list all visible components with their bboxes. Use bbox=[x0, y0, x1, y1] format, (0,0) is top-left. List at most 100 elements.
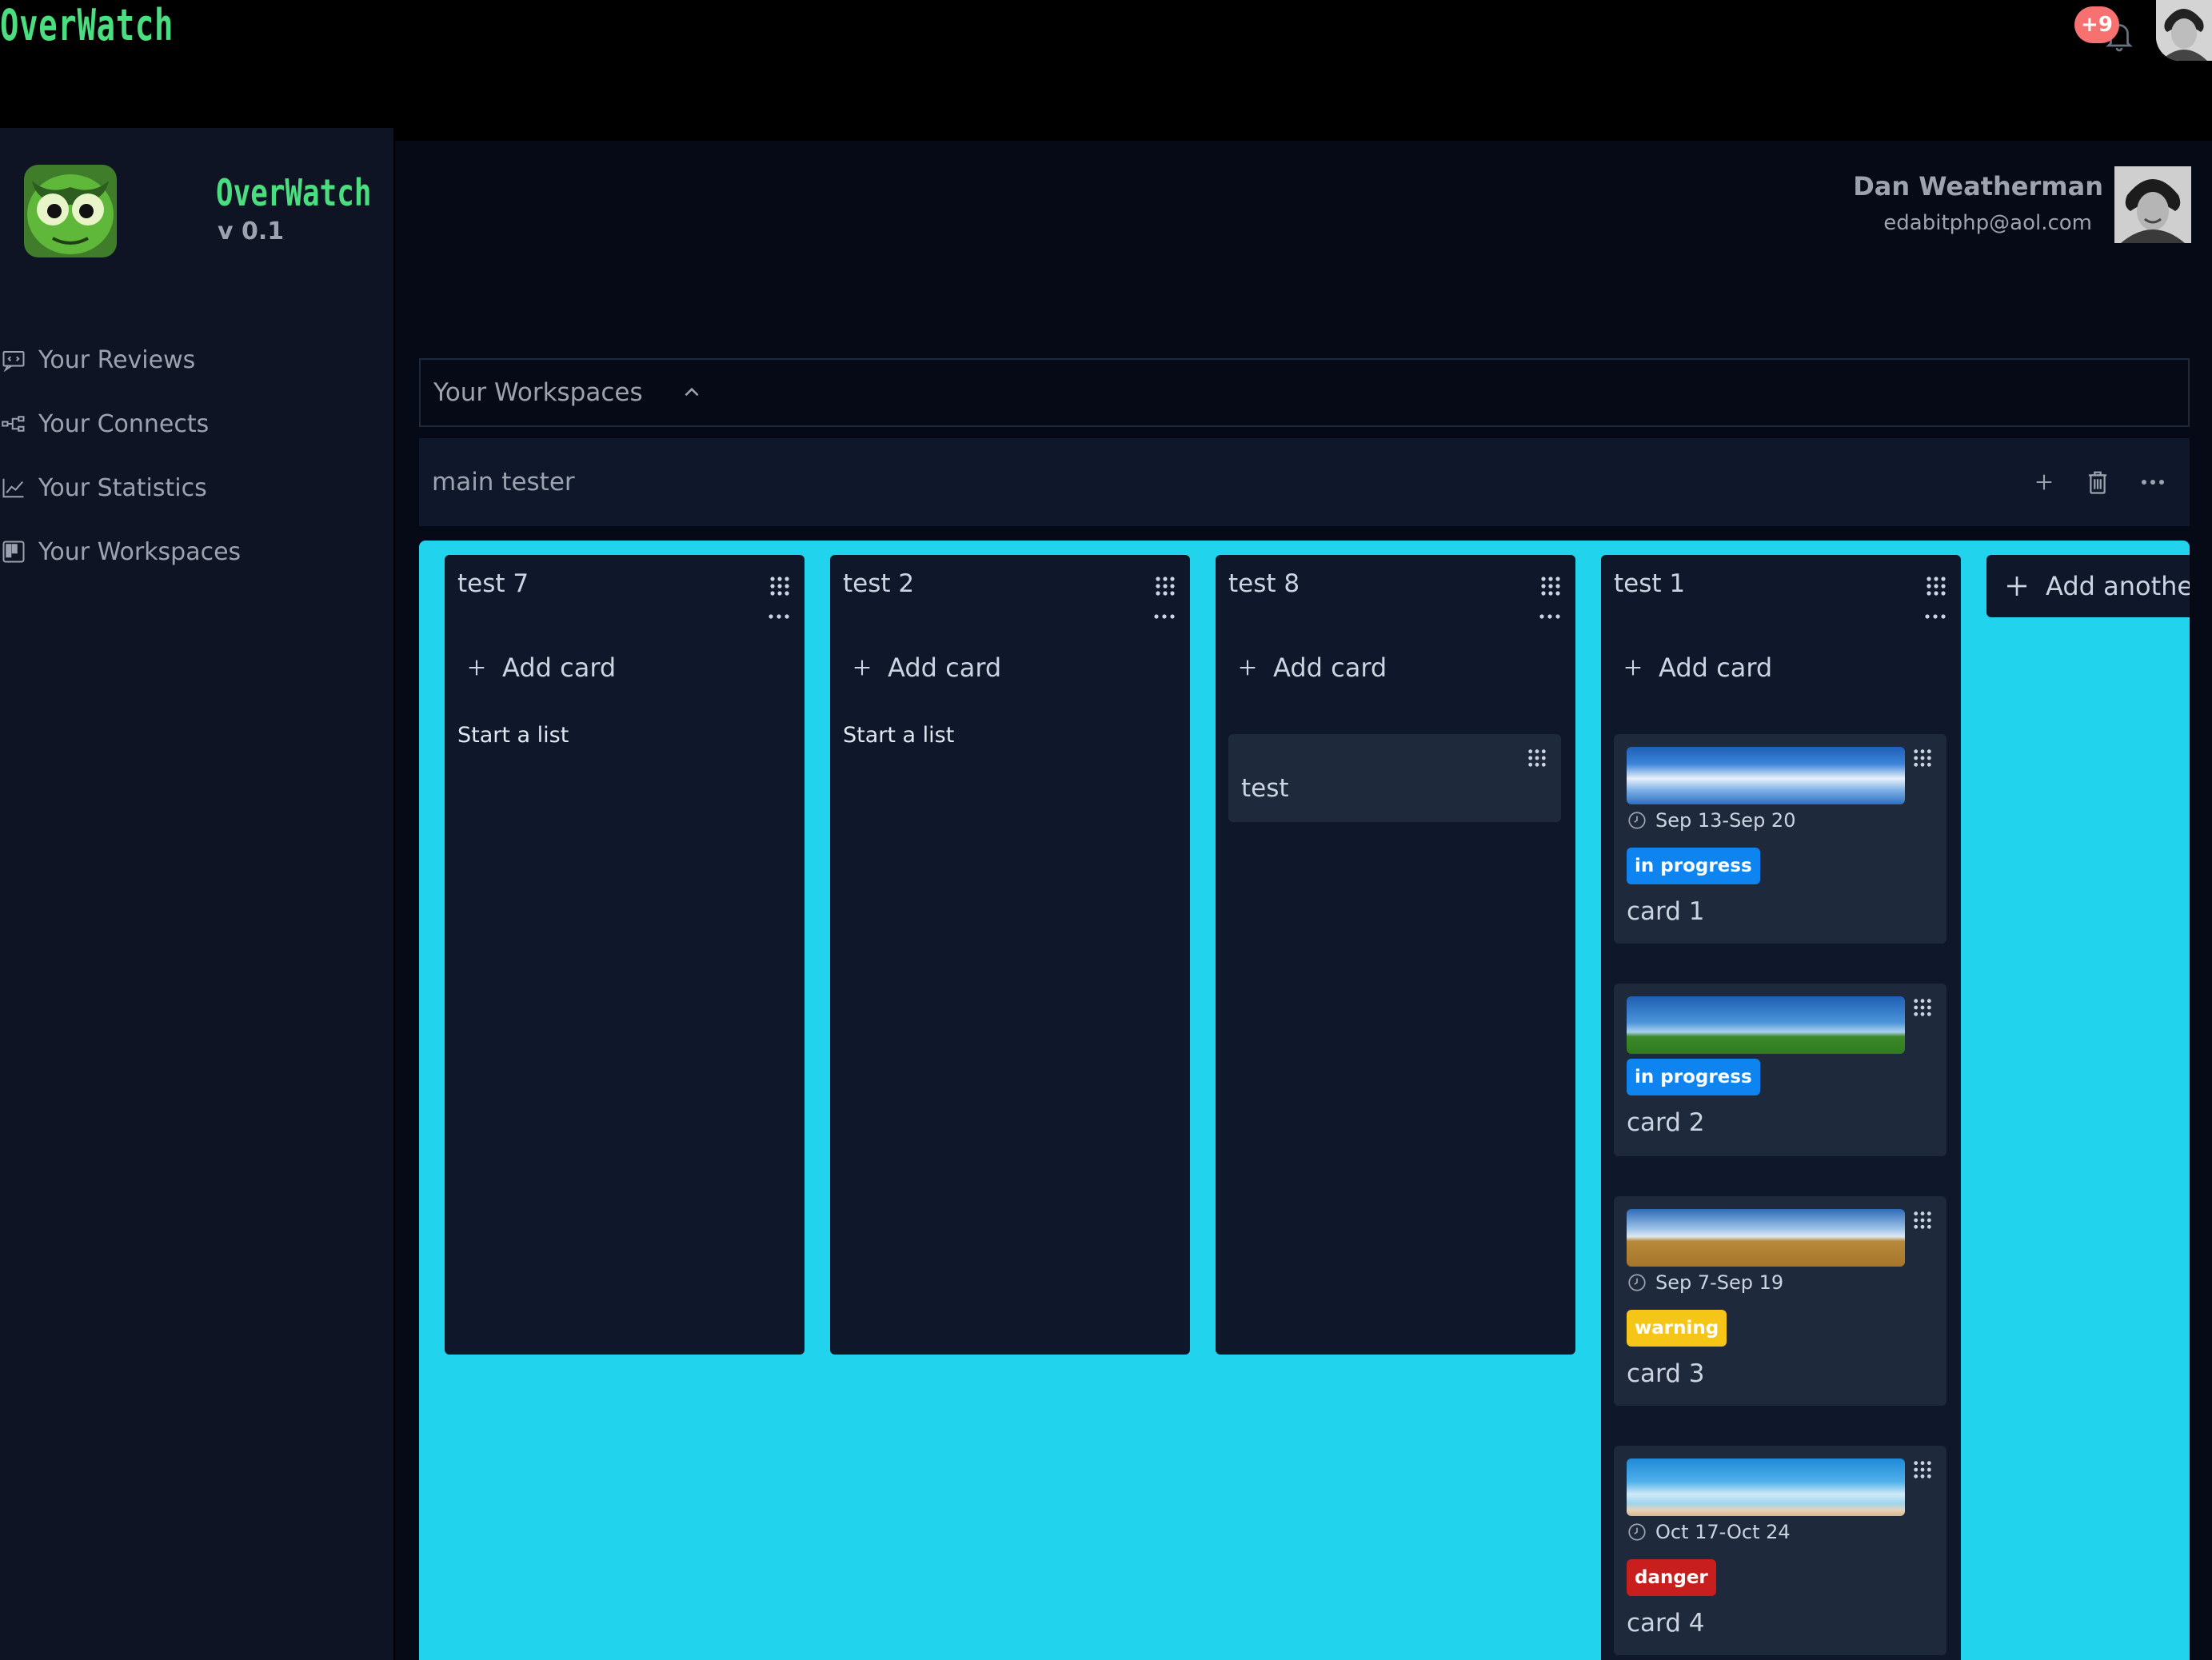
board-name: main tester bbox=[432, 468, 575, 497]
list-title[interactable]: test 2 bbox=[843, 569, 914, 598]
plus-icon bbox=[1240, 660, 1256, 676]
statistics-icon bbox=[0, 474, 27, 501]
empty-list-hint: Start a list bbox=[457, 723, 569, 748]
plus-icon bbox=[2007, 577, 2026, 596]
card[interactable]: test bbox=[1228, 734, 1561, 822]
trash-icon[interactable] bbox=[2086, 469, 2110, 495]
drag-handle-icon[interactable] bbox=[769, 576, 790, 600]
workspaces-selector[interactable]: Your Workspaces bbox=[419, 358, 2190, 427]
card[interactable]: Sep 7-Sep 19 warning card 3 bbox=[1614, 1196, 1946, 1406]
drag-handle-icon[interactable] bbox=[1540, 576, 1561, 600]
more-options-icon[interactable] bbox=[1153, 608, 1176, 623]
user-email: edabitphp@aol.com bbox=[1883, 211, 2092, 235]
card-date: Sep 13-Sep 20 bbox=[1627, 809, 1795, 832]
add-list-button[interactable]: Add another bbox=[1986, 555, 2190, 617]
workspaces-icon bbox=[0, 538, 27, 565]
list-title[interactable]: test 1 bbox=[1614, 569, 1685, 598]
drag-handle-icon[interactable] bbox=[1913, 1460, 1932, 1482]
sidebar-item-workspaces[interactable]: Your Workspaces bbox=[0, 520, 241, 584]
sidebar-item-statistics[interactable]: Your Statistics bbox=[0, 456, 241, 520]
sidebar-item-label: Your Connects bbox=[38, 409, 210, 438]
board-list[interactable]: test 2 Add card Start a list bbox=[830, 555, 1190, 1355]
add-card-label: Add card bbox=[1659, 652, 1773, 683]
reviews-icon bbox=[0, 346, 27, 373]
drag-handle-icon[interactable] bbox=[1926, 576, 1946, 600]
plus-icon bbox=[469, 660, 485, 676]
brand-logo-text[interactable]: OverWatch bbox=[0, 0, 174, 51]
add-card-label: Add card bbox=[502, 652, 617, 683]
list-title[interactable]: test 7 bbox=[457, 569, 529, 598]
add-card-button[interactable]: Add card bbox=[465, 652, 616, 683]
drag-handle-icon[interactable] bbox=[1913, 1211, 1932, 1233]
card-title: card 3 bbox=[1627, 1359, 1705, 1388]
sidebar-item-reviews[interactable]: Your Reviews bbox=[0, 328, 241, 392]
board-header: main tester bbox=[419, 438, 2190, 526]
app-logo[interactable] bbox=[24, 165, 117, 257]
chevron-up-icon[interactable] bbox=[681, 382, 702, 403]
board-list[interactable]: test 8 Add card test bbox=[1216, 555, 1575, 1355]
status-badge: in progress bbox=[1627, 848, 1760, 884]
plus-icon bbox=[854, 660, 870, 676]
kanban-board: test 7 Add card Start a list test 2 Add … bbox=[419, 541, 2190, 1660]
sidebar-item-label: Your Statistics bbox=[38, 473, 207, 502]
sidebar: OverWatch v 0.1 Your Reviews Your Connec… bbox=[0, 128, 393, 1660]
board-list[interactable]: test 1 Add card Sep 13-Sep 20 in progres… bbox=[1601, 555, 1961, 1660]
avatar[interactable] bbox=[2156, 0, 2212, 61]
add-card-label: Add card bbox=[1273, 652, 1387, 683]
card-date-text: Sep 13-Sep 20 bbox=[1655, 809, 1796, 832]
list-title[interactable]: test 8 bbox=[1228, 569, 1300, 598]
more-options-icon[interactable] bbox=[768, 608, 790, 623]
card-title: card 4 bbox=[1627, 1609, 1705, 1638]
clock-icon bbox=[1628, 1274, 1646, 1291]
sidebar-item-label: Your Reviews bbox=[38, 345, 196, 374]
sidebar-item-label: Your Workspaces bbox=[38, 537, 242, 566]
card-title: test bbox=[1241, 774, 1289, 803]
drag-handle-icon[interactable] bbox=[1913, 748, 1932, 771]
sidebar-item-connects[interactable]: Your Connects bbox=[0, 392, 241, 456]
status-badge: warning bbox=[1627, 1310, 1727, 1347]
card[interactable]: Oct 17-Oct 24 danger card 4 bbox=[1614, 1446, 1946, 1655]
card[interactable]: in progress card 2 bbox=[1614, 984, 1946, 1156]
card-title: card 2 bbox=[1627, 1108, 1705, 1137]
card-cover-image bbox=[1627, 1458, 1905, 1516]
notification-badge: +9 bbox=[2074, 6, 2119, 43]
clock-icon bbox=[1628, 1523, 1646, 1541]
board-list[interactable]: test 7 Add card Start a list bbox=[445, 555, 805, 1355]
sidebar-app-title: OverWatch bbox=[216, 171, 372, 214]
workspaces-selector-label: Your Workspaces bbox=[433, 378, 643, 407]
card-date-text: Oct 17-Oct 24 bbox=[1655, 1521, 1791, 1543]
add-card-button[interactable]: Add card bbox=[1622, 652, 1772, 683]
add-card-button[interactable]: Add card bbox=[851, 652, 1001, 683]
app-version: v 0.1 bbox=[218, 217, 285, 245]
add-card-button[interactable]: Add card bbox=[1236, 652, 1387, 683]
card-cover-image bbox=[1627, 1209, 1905, 1267]
plus-icon bbox=[1625, 660, 1641, 676]
more-options-icon[interactable] bbox=[1924, 608, 1946, 623]
status-badge: in progress bbox=[1627, 1059, 1760, 1095]
more-options-icon[interactable] bbox=[2140, 478, 2166, 486]
empty-list-hint: Start a list bbox=[843, 723, 955, 748]
status-badge: danger bbox=[1627, 1559, 1716, 1596]
connects-icon bbox=[0, 410, 27, 437]
add-icon[interactable] bbox=[2033, 471, 2055, 493]
add-card-label: Add card bbox=[888, 652, 1002, 683]
user-avatar[interactable] bbox=[2114, 166, 2191, 243]
notifications-button[interactable]: +9 bbox=[2074, 6, 2138, 54]
clock-icon bbox=[1628, 812, 1646, 829]
user-name: Dan Weatherman bbox=[1853, 171, 2103, 202]
card-title: card 1 bbox=[1627, 897, 1705, 926]
card-date: Sep 7-Sep 19 bbox=[1627, 1271, 1783, 1294]
main-panel: Dan Weatherman edabitphp@aol.com Your Wo… bbox=[395, 141, 2212, 1660]
drag-handle-icon[interactable] bbox=[1913, 998, 1932, 1020]
card-date-text: Sep 7-Sep 19 bbox=[1655, 1271, 1784, 1294]
sidebar-nav: Your Reviews Your Connects Your Statisti… bbox=[0, 328, 241, 584]
drag-handle-icon[interactable] bbox=[1527, 748, 1547, 771]
card[interactable]: Sep 13-Sep 20 in progress card 1 bbox=[1614, 734, 1946, 944]
add-list-label: Add another bbox=[2046, 571, 2190, 601]
more-options-icon[interactable] bbox=[1539, 608, 1561, 623]
card-cover-image bbox=[1627, 996, 1905, 1054]
top-bar: OverWatch +9 bbox=[0, 0, 2212, 128]
card-date: Oct 17-Oct 24 bbox=[1627, 1521, 1791, 1543]
drag-handle-icon[interactable] bbox=[1155, 576, 1176, 600]
card-cover-image bbox=[1627, 747, 1905, 804]
